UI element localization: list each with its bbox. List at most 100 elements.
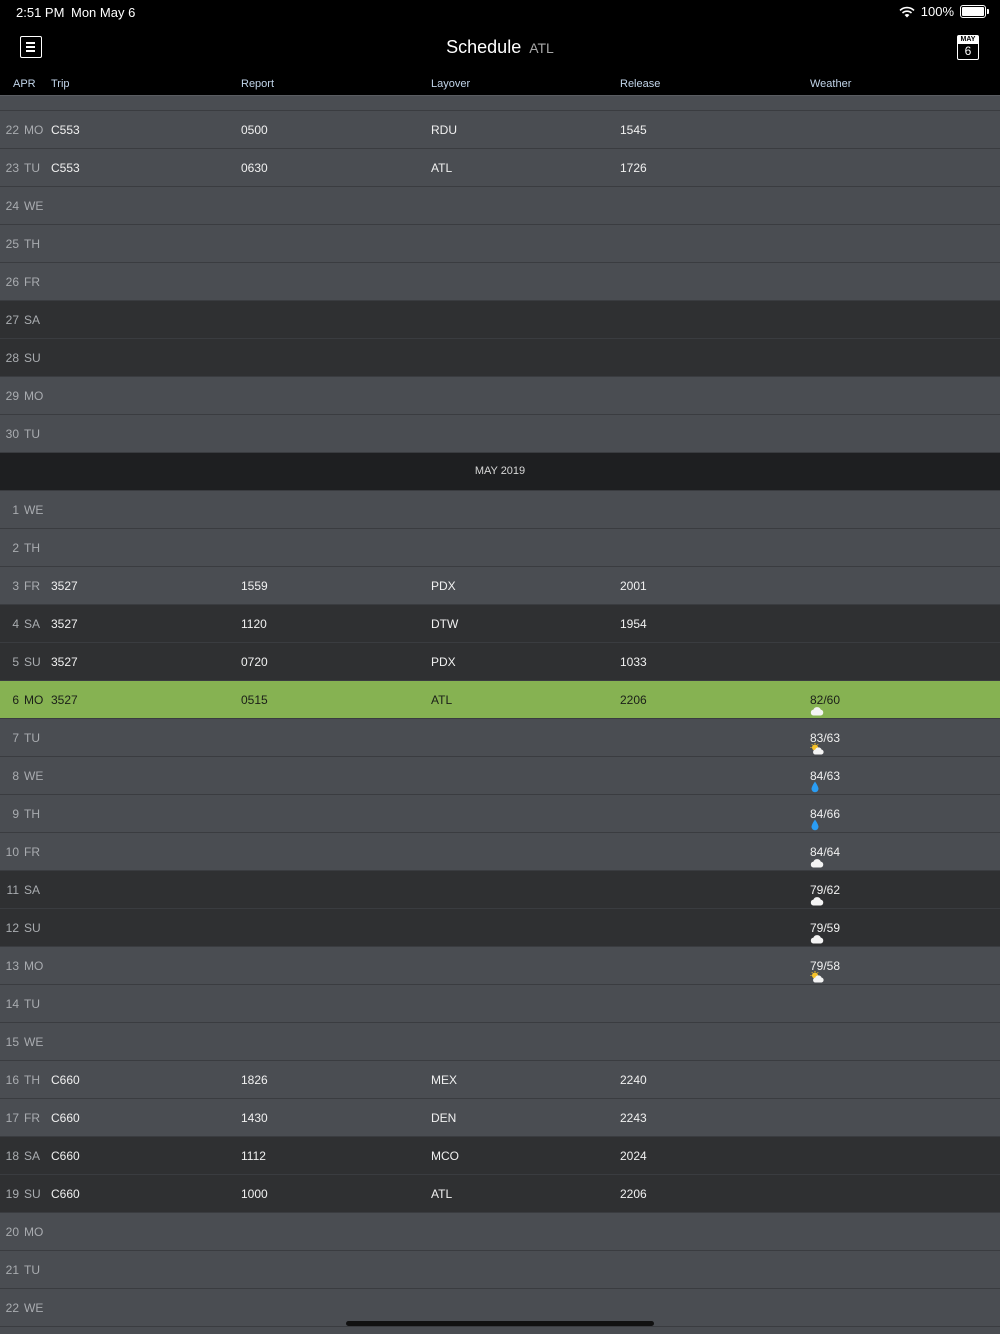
list-item[interactable]: 20 MO: [0, 1213, 1000, 1251]
header-month: APR: [13, 78, 36, 90]
list-item[interactable]: 13 MO 79/58: [0, 947, 1000, 985]
schedule-list[interactable]: 22 MO C553 0500 RDU 1545 23 TU C553 0630 ATL 1726 24…: [0, 96, 1000, 1327]
title-wrap: Schedule ATL: [0, 37, 1000, 58]
list-item-today[interactable]: 6 MO 3527 0515 ATL 2206 82/60: [0, 681, 1000, 719]
status-date: Mon May 6: [71, 5, 136, 20]
cell-dow: MO: [24, 959, 44, 973]
cell-day: 13: [5, 959, 19, 973]
battery-icon: [960, 5, 989, 18]
cell-report: 0630: [241, 161, 268, 175]
list-item[interactable]: 27 SA: [0, 301, 1000, 339]
list-item[interactable]: 9 TH 84/66: [0, 795, 1000, 833]
cell-dow: WE: [24, 503, 44, 517]
cell-dow: TH: [24, 807, 40, 821]
cell-release: 1545: [620, 123, 647, 137]
list-item[interactable]: 1 WE: [0, 491, 1000, 529]
list-item[interactable]: 17 FR C660 1430 DEN 2243: [0, 1099, 1000, 1137]
cell-dow: SU: [24, 655, 41, 669]
cell-dow: SA: [24, 883, 41, 897]
cell-dow: TH: [24, 541, 40, 555]
cell-release: 2206: [620, 1187, 647, 1201]
list-item[interactable]: 14 TU: [0, 985, 1000, 1023]
list-item[interactable]: 19 SU C660 1000 ATL 2206: [0, 1175, 1000, 1213]
cloud-icon: [810, 933, 824, 947]
cell-dow: TU: [24, 731, 40, 745]
cell-trip: C660: [51, 1149, 80, 1163]
list-item[interactable]: 21 TU: [0, 1251, 1000, 1289]
cell-release: 2206: [620, 693, 647, 707]
cell-layover: MCO: [431, 1149, 459, 1163]
cell-day: 18: [5, 1149, 19, 1163]
cell-day: 8: [12, 769, 19, 783]
cell-weather: 84/64: [810, 845, 840, 868]
cell-day: 10: [5, 845, 19, 859]
cell-day: 1: [12, 503, 19, 517]
header-layover: Layover: [431, 78, 471, 90]
list-item[interactable]: 26 FR: [0, 263, 1000, 301]
cell-dow: TU: [24, 161, 40, 175]
cell-dow: SU: [24, 351, 41, 365]
cell-layover: PDX: [431, 579, 456, 593]
list-item[interactable]: 3 FR 3527 1559 PDX 2001: [0, 567, 1000, 605]
list-item[interactable]: 29 MO: [0, 377, 1000, 415]
cell-dow: WE: [24, 1035, 44, 1049]
cell-layover: ATL: [431, 161, 453, 175]
cell-trip: C660: [51, 1073, 80, 1087]
list-item[interactable]: 4 SA 3527 1120 DTW 1954: [0, 605, 1000, 643]
cell-trip: C553: [51, 161, 80, 175]
cell-dow: MO: [24, 123, 44, 137]
list-item[interactable]: 18 SA C660 1112 MCO 2024: [0, 1137, 1000, 1175]
cell-day: 26: [5, 275, 19, 289]
list-item[interactable]: 22 MO C553 0500 RDU 1545: [0, 111, 1000, 149]
list-item[interactable]: 7 TU 83/63: [0, 719, 1000, 757]
list-item[interactable]: 24 WE: [0, 187, 1000, 225]
cell-layover: ATL: [431, 693, 453, 707]
cell-layover: PDX: [431, 655, 456, 669]
cell-weather: 79/62: [810, 883, 840, 906]
cell-day: 6: [12, 693, 19, 707]
schedule-screen: 2:51 PM Mon May 6 100% Schedule ATL MAY 6…: [0, 0, 1000, 1334]
cell-dow: MO: [24, 1225, 44, 1239]
list-item[interactable]: 16 TH C660 1826 MEX 2240: [0, 1061, 1000, 1099]
navigation-bar: Schedule ATL MAY 6: [0, 24, 1000, 72]
cell-day: 20: [5, 1225, 19, 1239]
calendar-today-button[interactable]: MAY 6: [957, 35, 979, 60]
header-weather: Weather: [810, 78, 852, 90]
cell-day: 3: [12, 579, 19, 593]
calendar-month: MAY: [958, 36, 978, 44]
list-item[interactable]: 30 TU: [0, 415, 1000, 453]
list-item[interactable]: 15 WE: [0, 1023, 1000, 1061]
cell-dow: TU: [24, 427, 40, 441]
list-item[interactable]: 25 TH: [0, 225, 1000, 263]
partly-sunny-icon: [810, 743, 825, 758]
list-item[interactable]: 2 TH: [0, 529, 1000, 567]
list-item[interactable]: 5 SU 3527 0720 PDX 1033: [0, 643, 1000, 681]
list-item[interactable]: 28 SU: [0, 339, 1000, 377]
cell-trip: 3527: [51, 693, 78, 707]
list-item[interactable]: 12 SU 79/59: [0, 909, 1000, 947]
cell-weather: 83/63: [810, 731, 840, 755]
cell-report: 1120: [241, 617, 267, 631]
cell-release: 2024: [620, 1149, 647, 1163]
cell-day: 27: [5, 313, 19, 327]
battery-percent: 100%: [920, 4, 954, 19]
cell-day: 24: [5, 199, 19, 213]
list-item[interactable]: 23 TU C553 0630 ATL 1726: [0, 149, 1000, 187]
rain-drop-icon: [810, 781, 820, 796]
partly-sunny-icon: [810, 971, 825, 986]
status-bar: 2:51 PM Mon May 6 100%: [0, 0, 1000, 24]
list-item[interactable]: 11 SA 79/62: [0, 871, 1000, 909]
cell-report: 1112: [241, 1149, 266, 1163]
header-report: Report: [241, 78, 275, 90]
cell-report: 0500: [241, 123, 268, 137]
cell-report: 1000: [241, 1187, 268, 1201]
list-item[interactable]: 8 WE 84/63: [0, 757, 1000, 795]
cell-weather: 79/58: [810, 959, 840, 983]
cell-dow: FR: [24, 579, 40, 593]
cell-layover: RDU: [431, 123, 457, 137]
cell-dow: MO: [24, 693, 44, 707]
cell-day: 28: [5, 351, 19, 365]
list-item[interactable]: 10 FR 84/64: [0, 833, 1000, 871]
header-trip: Trip: [51, 78, 70, 90]
cell-day: 25: [5, 237, 19, 251]
